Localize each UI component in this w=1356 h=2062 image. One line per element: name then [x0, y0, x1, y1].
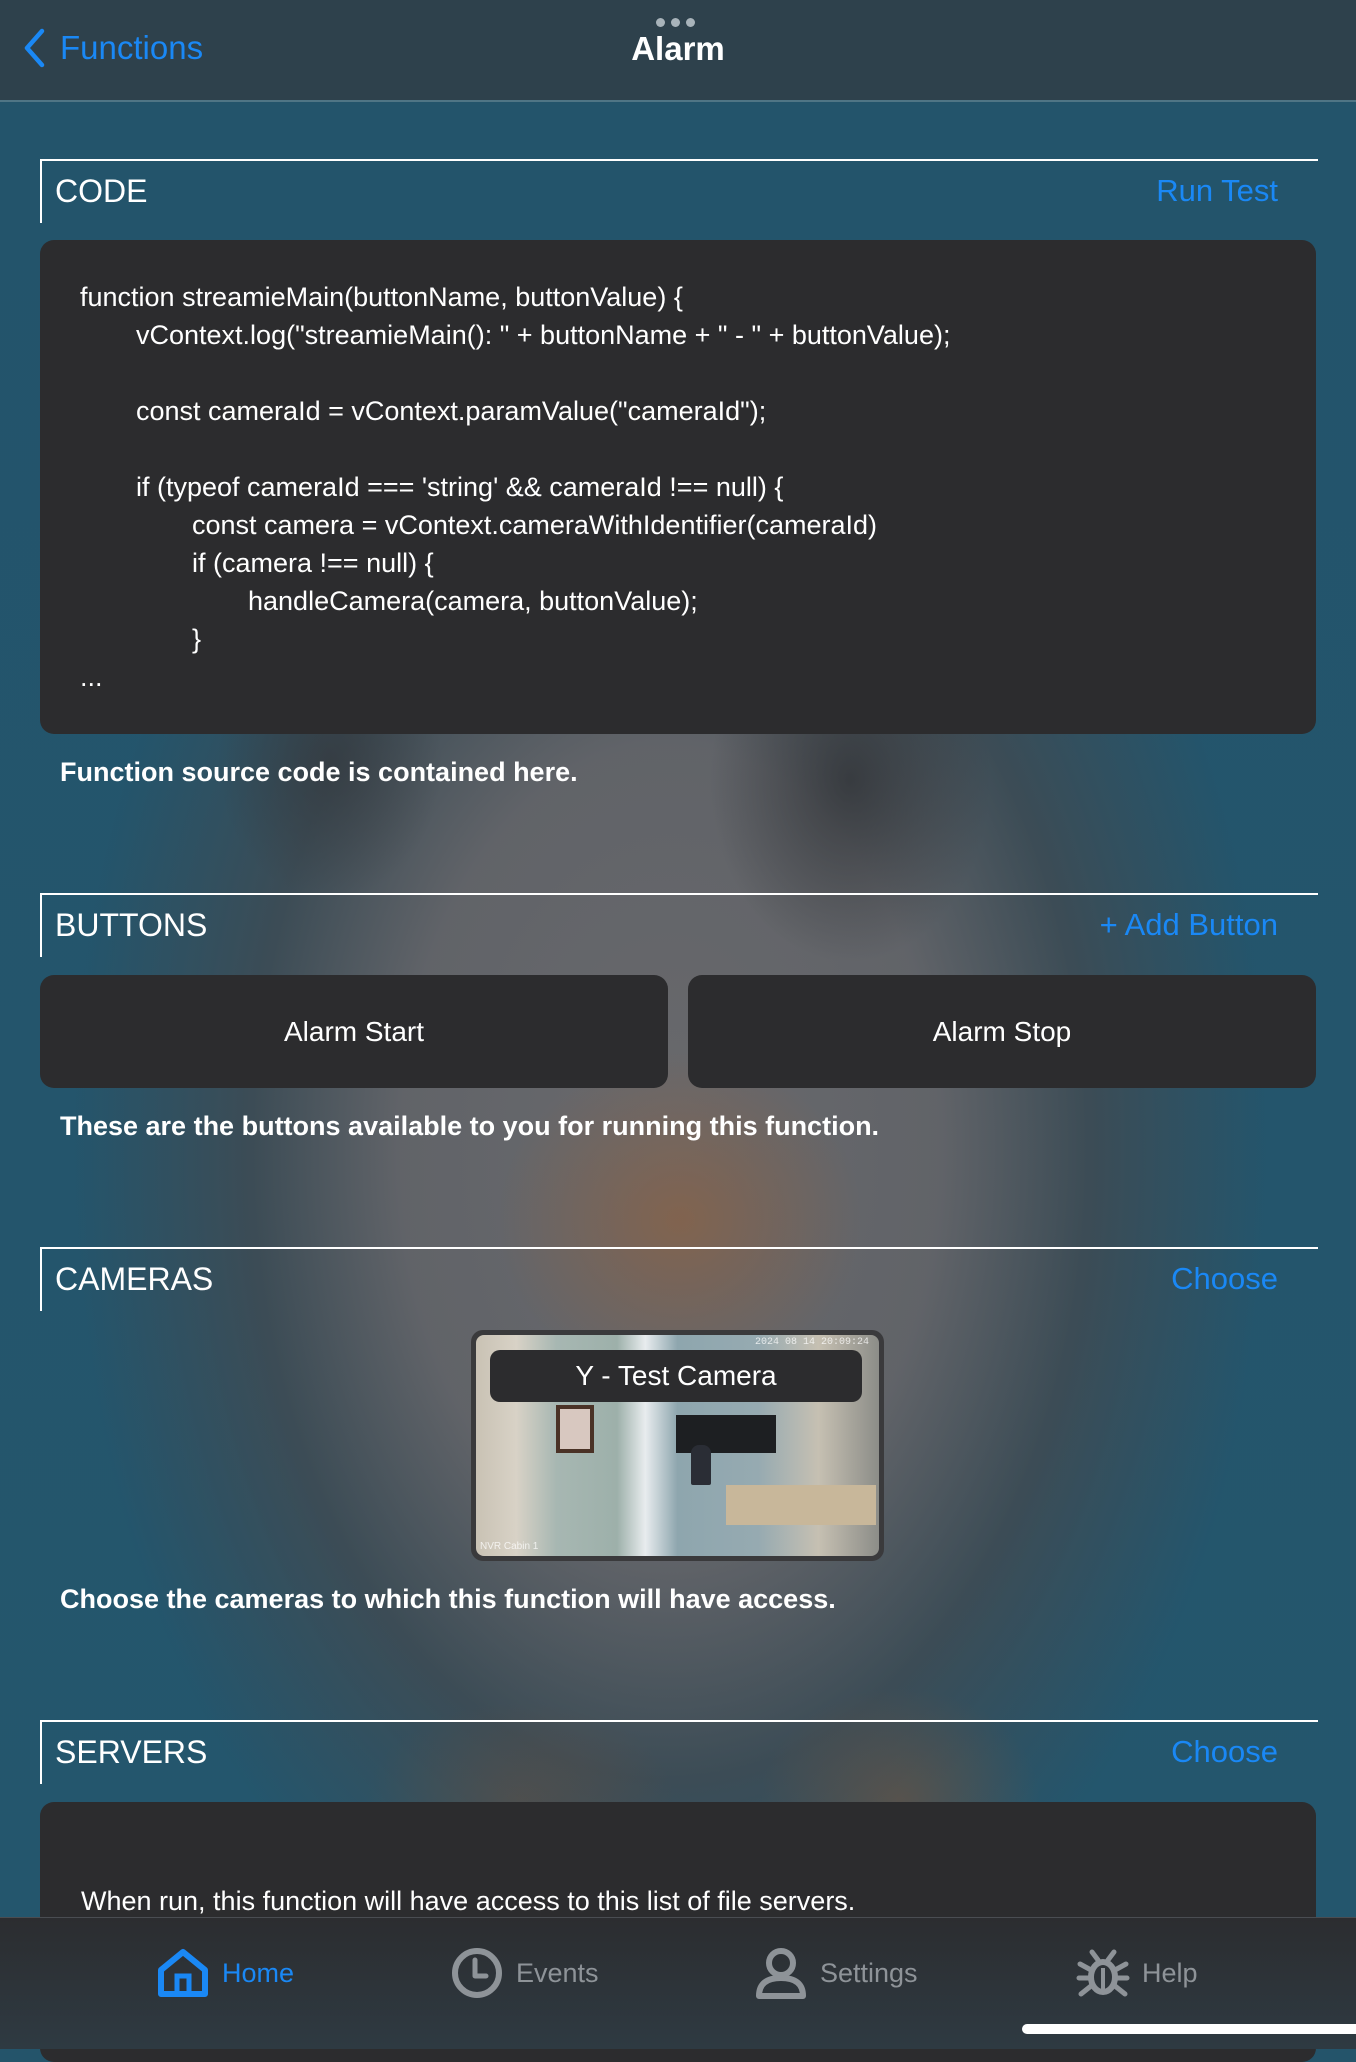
camera-snapshot: 2024 08 14 20:09:24 NVR Cabin 1 Y - Test… — [476, 1335, 879, 1556]
servers-section-title: SERVERS — [55, 1734, 208, 1770]
snapshot-detail — [691, 1445, 711, 1485]
code-line: const camera = vContext.cameraWithIdenti… — [192, 510, 878, 540]
servers-description: When run, this function will have access… — [81, 1886, 856, 1916]
cameras-section-header: CAMERAS Choose — [40, 1247, 1318, 1311]
code-section-title: CODE — [55, 173, 148, 209]
code-line: if (camera !== null) { — [192, 548, 434, 578]
camera-label: Y - Test Camera — [490, 1350, 862, 1402]
code-line: const cameraId = vContext.paramValue("ca… — [136, 396, 767, 426]
code-line: function streamieMain(buttonName, button… — [80, 282, 683, 312]
camera-timestamp: 2024 08 14 20:09:24 — [754, 1337, 869, 1348]
tab-label: Home — [222, 1957, 295, 1988]
code-line: vContext.log("streamieMain(): " + button… — [136, 320, 951, 350]
snapshot-detail — [726, 1485, 876, 1525]
code-editor[interactable]: function streamieMain(buttonName, button… — [40, 240, 1316, 734]
choose-cameras-button[interactable]: Choose — [1171, 1261, 1278, 1297]
code-description: Function source code is contained here. — [60, 757, 578, 787]
tab-help[interactable]: Help — [1076, 1946, 1198, 2000]
run-test-button[interactable]: Run Test — [1156, 173, 1278, 209]
code-line: handleCamera(camera, buttonValue); — [248, 586, 698, 616]
tab-events[interactable]: Events — [450, 1946, 599, 2000]
page-title: Alarm — [631, 30, 725, 67]
person-icon — [756, 1948, 806, 1999]
tab-label: Events — [516, 1957, 599, 1988]
code-line: } — [192, 624, 202, 654]
camera-tile[interactable]: 2024 08 14 20:09:24 NVR Cabin 1 Y - Test… — [471, 1330, 884, 1561]
more-dots-icon[interactable] — [656, 18, 695, 27]
home-indicator[interactable] — [1022, 2024, 1356, 2034]
bug-icon — [1076, 1949, 1130, 1997]
code-line: if (typeof cameraId === 'string' && came… — [136, 472, 784, 502]
code-section-header: CODE Run Test — [40, 159, 1318, 223]
tab-settings[interactable]: Settings — [754, 1946, 918, 2000]
cameras-section-title: CAMERAS — [55, 1261, 214, 1297]
snapshot-detail — [676, 1415, 776, 1453]
function-button-alarm-stop[interactable]: Alarm Stop — [688, 975, 1316, 1088]
clock-icon — [452, 1948, 502, 1998]
function-button-alarm-start[interactable]: Alarm Start — [40, 975, 668, 1088]
cameras-description: Choose the cameras to which this functio… — [60, 1584, 836, 1614]
buttons-section-header: BUTTONS + Add Button — [40, 893, 1318, 957]
tab-label: Help — [1142, 1957, 1198, 1988]
navigation-bar: Functions Alarm — [0, 0, 1356, 102]
camera-overlay-name: NVR Cabin 1 — [480, 1541, 539, 1552]
buttons-description: These are the buttons available to you f… — [60, 1111, 880, 1141]
add-button-button[interactable]: + Add Button — [1100, 907, 1278, 943]
code-line: ... — [80, 662, 103, 692]
snapshot-detail — [556, 1405, 594, 1453]
buttons-section-title: BUTTONS — [55, 907, 208, 943]
home-icon — [158, 1949, 208, 1997]
choose-servers-button[interactable]: Choose — [1171, 1734, 1278, 1770]
tab-home[interactable]: Home — [156, 1946, 294, 2000]
servers-section-header: SERVERS Choose — [40, 1720, 1318, 1784]
tab-label: Settings — [820, 1957, 918, 1988]
